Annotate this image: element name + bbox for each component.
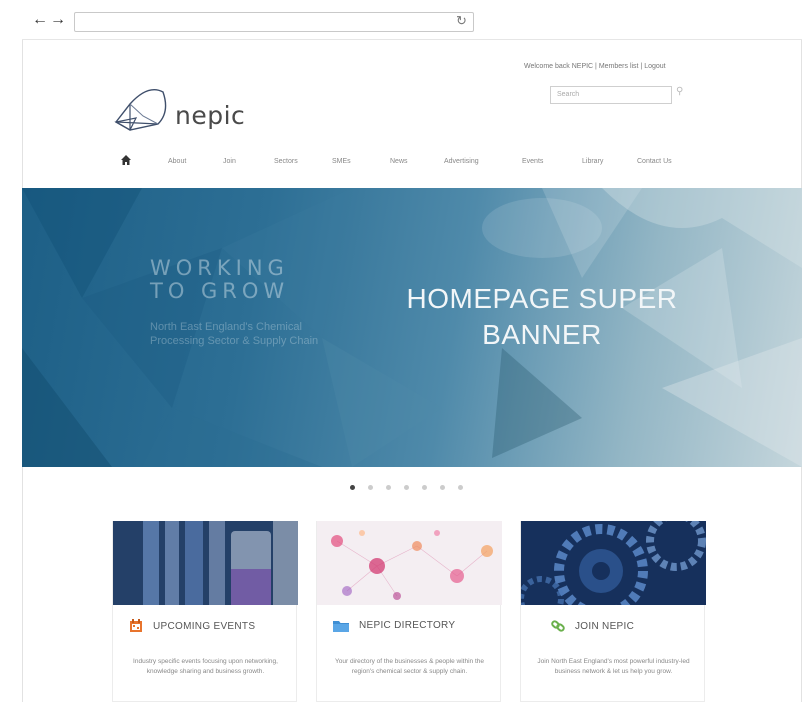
join-card[interactable]: JOIN NEPIC Join North East England's mos… bbox=[518, 511, 706, 702]
tagline-line-2: TO GROW bbox=[150, 279, 290, 303]
carousel-dot[interactable] bbox=[368, 485, 373, 490]
card-title[interactable]: UPCOMING EVENTS bbox=[153, 621, 255, 632]
card-description: Industry specific events focusing upon n… bbox=[133, 658, 278, 675]
banner-title: HOMEPAGE SUPER BANNER bbox=[392, 281, 692, 353]
carousel-dot[interactable] bbox=[458, 485, 463, 490]
carousel-dot[interactable] bbox=[350, 485, 355, 490]
url-bar[interactable] bbox=[74, 12, 474, 32]
card-description: Join North East England's most powerful … bbox=[537, 658, 690, 675]
card-title[interactable]: NEPIC DIRECTORY bbox=[359, 620, 455, 631]
events-card[interactable]: UPCOMING EVENTS Industry specific events… bbox=[112, 516, 298, 702]
main-navigation: About Join Sectors SMEs News Advertising… bbox=[110, 151, 710, 173]
hero-banner[interactable]: WORKING TO GROW North East England's Che… bbox=[22, 188, 802, 467]
history-nav: ←→ bbox=[32, 11, 68, 29]
carousel-pagination bbox=[350, 485, 463, 490]
card-title[interactable]: JOIN NEPIC bbox=[575, 621, 634, 632]
nav-events[interactable]: Events bbox=[522, 158, 543, 165]
browser-toolbar: ←→ ↻ bbox=[22, 0, 802, 40]
carousel-dot[interactable] bbox=[440, 485, 445, 490]
events-card-header: UPCOMING EVENTS bbox=[129, 619, 255, 633]
nav-library[interactable]: Library bbox=[582, 158, 603, 165]
banner-subtitle: North East England's Chemical Processing… bbox=[150, 321, 319, 347]
banner-title-line-1: HOMEPAGE SUPER bbox=[406, 283, 678, 314]
gears-image bbox=[518, 511, 706, 622]
carousel-dot[interactable] bbox=[386, 485, 391, 490]
tagline-line-1: WORKING bbox=[150, 256, 289, 280]
nav-news[interactable]: News bbox=[390, 158, 408, 165]
search-input[interactable]: Search bbox=[550, 86, 672, 104]
banner-title-line-2: BANNER bbox=[482, 319, 602, 350]
reload-icon[interactable]: ↻ bbox=[456, 13, 467, 29]
directory-card-header: NEPIC DIRECTORY bbox=[333, 619, 455, 632]
arrow-right-icon[interactable]: → bbox=[50, 11, 68, 29]
network-image bbox=[317, 521, 502, 605]
nav-sectors[interactable]: Sectors bbox=[274, 158, 298, 165]
account-links[interactable]: Welcome back NEPIC | Members list | Logo… bbox=[524, 63, 666, 70]
search-icon[interactable]: ⚲ bbox=[676, 86, 683, 97]
home-icon[interactable] bbox=[120, 154, 132, 166]
nav-smes[interactable]: SMEs bbox=[332, 158, 351, 165]
banner-tagline: WORKING TO GROW bbox=[150, 257, 289, 303]
nav-join[interactable]: Join bbox=[223, 158, 236, 165]
directory-card[interactable]: NEPIC DIRECTORY Your directory of the bu… bbox=[316, 521, 502, 702]
nav-contact-us[interactable]: Contact Us bbox=[637, 158, 672, 165]
card-description: Your directory of the businesses & peopl… bbox=[335, 658, 484, 675]
join-card-header: JOIN NEPIC bbox=[551, 619, 634, 633]
carousel-dot[interactable] bbox=[404, 485, 409, 490]
calendar-icon bbox=[130, 619, 142, 632]
link-icon bbox=[551, 620, 565, 632]
nav-advertising[interactable]: Advertising bbox=[444, 158, 479, 165]
test-tubes-image bbox=[113, 516, 298, 611]
carousel-dot[interactable] bbox=[422, 485, 427, 490]
nav-about[interactable]: About bbox=[168, 158, 186, 165]
folder-icon bbox=[333, 621, 349, 632]
logo-text[interactable]: nepic bbox=[175, 101, 245, 130]
arrow-left-icon[interactable]: ← bbox=[32, 11, 50, 29]
